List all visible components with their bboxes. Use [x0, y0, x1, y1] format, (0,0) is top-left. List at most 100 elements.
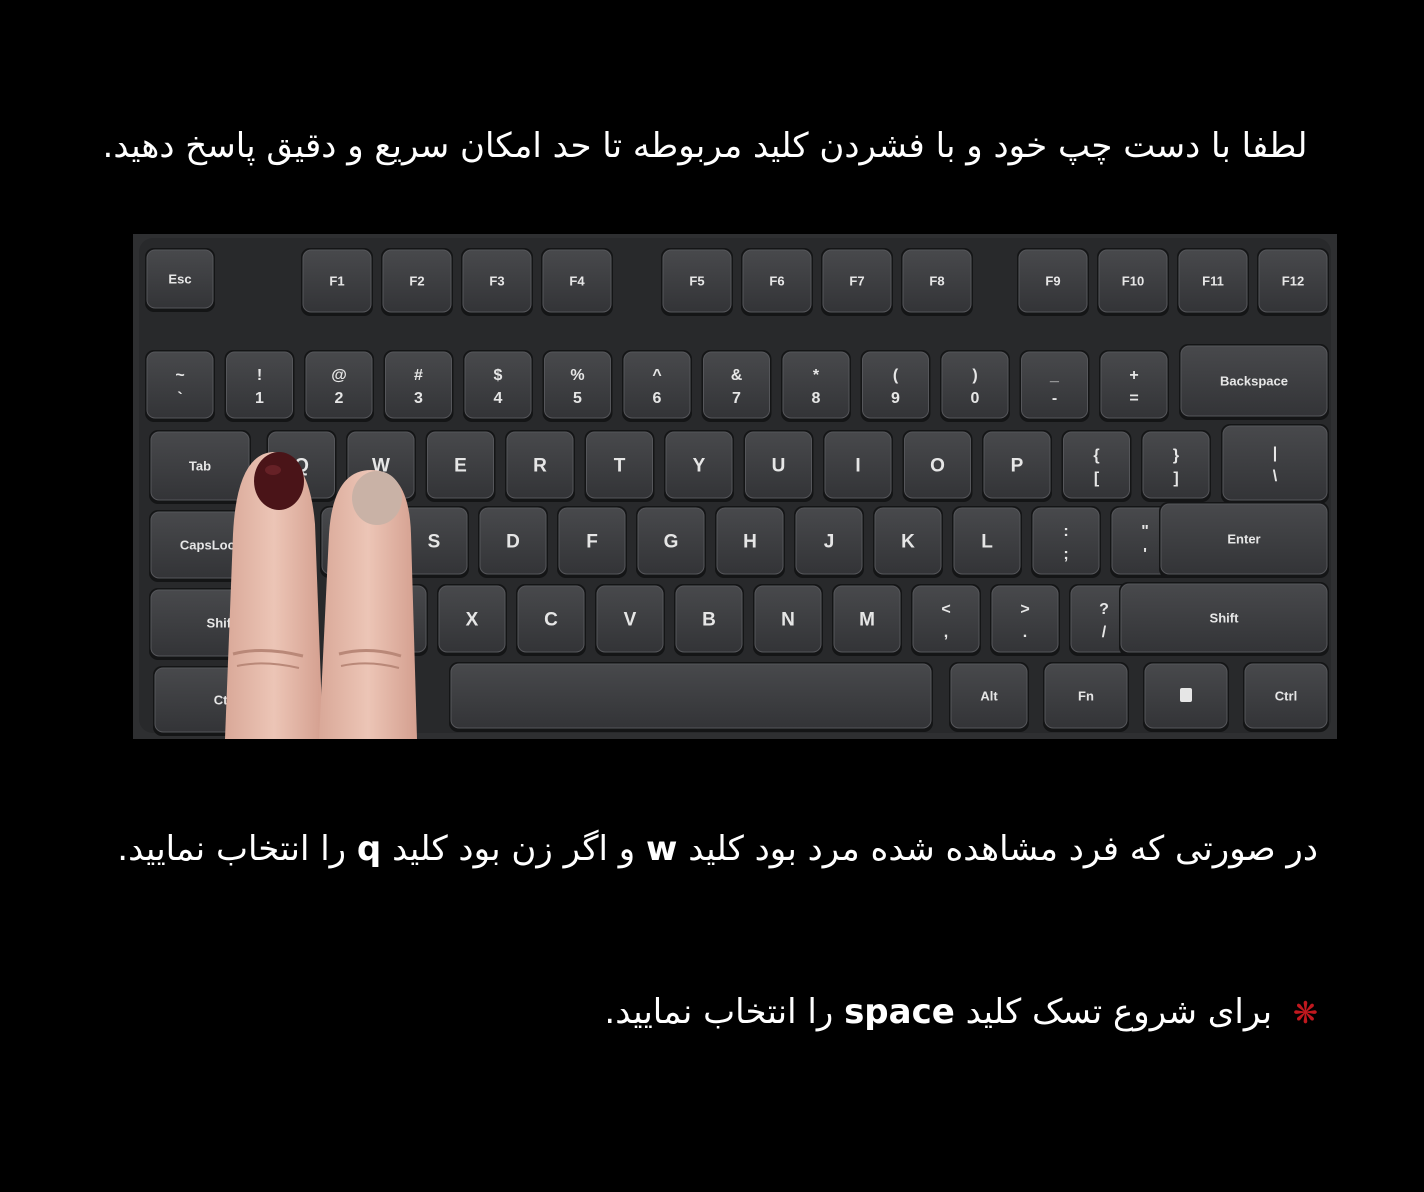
key-label: 3 [414, 390, 423, 407]
key-label: J [824, 532, 835, 553]
key-label: 6 [653, 390, 662, 407]
key-f9: F9 [1017, 248, 1089, 316]
key-f8: F8 [901, 248, 973, 316]
key-o: O [902, 430, 973, 502]
key-bottom-6: N [753, 584, 823, 656]
key-label: R [533, 456, 547, 477]
key-home-8: K [873, 506, 943, 578]
key-label: - [1052, 390, 1057, 407]
key-label: 4 [494, 390, 503, 407]
key-home-7: J [794, 506, 864, 578]
key-p: P [982, 430, 1052, 502]
keyboard-photo: Esc F1 F2 F3 F4 F5 F6 F7 F8 F9 F10 F11 F12 ~ `! 1 @2 #3 $4… [133, 234, 1337, 739]
key-bottom-2: X [437, 584, 507, 656]
key-label: @ [331, 367, 347, 384]
key-label: F5 [689, 274, 704, 289]
key-label: F11 [1202, 274, 1224, 289]
key-num-5: %5 [542, 350, 613, 422]
key-label: $ [494, 367, 503, 384]
key-label: { [1093, 447, 1099, 464]
key-ctrl-right: Ctrl [1243, 662, 1329, 732]
key-num-1: !1 [224, 350, 295, 422]
key-label: | [1273, 445, 1277, 462]
key-t: T [584, 430, 655, 502]
key-f3: F3 [461, 248, 533, 316]
key-home-6: H [715, 506, 785, 578]
key-label: Alt [980, 689, 998, 704]
key-label: B [702, 610, 716, 631]
key-label: ] [1173, 470, 1178, 487]
key-label: * [813, 367, 820, 384]
key-label: \ [1273, 468, 1278, 485]
key-label: H [743, 532, 757, 553]
key-esc: Esc [145, 248, 215, 312]
key-label: F4 [569, 274, 585, 289]
key-f12: F12 [1257, 248, 1329, 316]
key-label: N [781, 610, 795, 631]
key-label: 2 [335, 390, 344, 407]
key-num-12: += [1099, 350, 1169, 422]
ring-fingernail [254, 452, 304, 510]
key-num-2: @2 [304, 350, 374, 422]
key-f6: F6 [741, 248, 813, 316]
key-label: E [454, 456, 467, 477]
key-alt: Alt [949, 662, 1029, 732]
rule-part2: و اگر زن بود کلید [392, 829, 636, 869]
key-label: F8 [929, 274, 944, 289]
key-label: [ [1094, 470, 1100, 487]
key-label: ^ [652, 367, 661, 384]
key-num-7: &7 [701, 350, 772, 422]
key-label: & [731, 367, 743, 384]
key-home-3: D [478, 506, 548, 578]
key-num-11: _- [1019, 350, 1090, 422]
key-label: } [1173, 447, 1179, 464]
asterisk-bullet-icon: ❋ [1292, 996, 1318, 1031]
key-label: 7 [732, 390, 741, 407]
key-label: : [1063, 523, 1068, 540]
male-key-label: w [646, 829, 678, 869]
key-bottom-4: V [595, 584, 665, 656]
key-bottom-9: >. [990, 584, 1060, 656]
middle-fingernail [352, 471, 402, 525]
key-label: V [624, 610, 637, 631]
key-label: F [586, 532, 598, 553]
key-label: F2 [409, 274, 424, 289]
response-rule-text: در صورتی که فرد مشاهده شده مرد بود کلید … [110, 826, 1318, 872]
key-label: ) [972, 367, 977, 384]
key-label: I [855, 456, 860, 477]
key-label: 8 [812, 390, 821, 407]
key-num-10: )0 [940, 350, 1010, 422]
key-label: ` [177, 390, 182, 407]
key-num-4: $4 [463, 350, 533, 422]
key-label: Esc [168, 272, 191, 287]
key-label: < [941, 601, 950, 618]
key-num-9: (9 [860, 350, 931, 422]
key-shift-right: Shift [1119, 582, 1329, 656]
key-space [449, 662, 933, 732]
key-tab: Tab [149, 430, 251, 504]
key-label: ; [1063, 546, 1068, 563]
key-label: % [570, 367, 584, 384]
key-label: F7 [849, 274, 864, 289]
key-label: M [859, 610, 875, 631]
key-label: ! [257, 367, 262, 384]
key-label: 5 [573, 390, 582, 407]
key-label: Fn [1078, 689, 1094, 704]
key-label: G [664, 532, 679, 553]
key-label: U [772, 456, 786, 477]
key-label: Ctrl [1275, 689, 1297, 704]
key-label: 0 [971, 390, 980, 407]
space-key-label: space [844, 992, 955, 1032]
key-label: 9 [891, 390, 900, 407]
key-f7: F7 [821, 248, 893, 316]
key-label: " [1141, 523, 1149, 540]
key-label: K [901, 532, 915, 553]
key-bottom-8: <, [911, 584, 981, 656]
key-label: Enter [1227, 532, 1260, 547]
key-label: # [414, 367, 423, 384]
key-home-10: :; [1031, 506, 1101, 578]
key-num-8: *8 [781, 350, 851, 422]
key-label: > [1020, 601, 1029, 618]
key-bracket-11: {[ [1061, 430, 1132, 502]
key-label: L [981, 532, 993, 553]
